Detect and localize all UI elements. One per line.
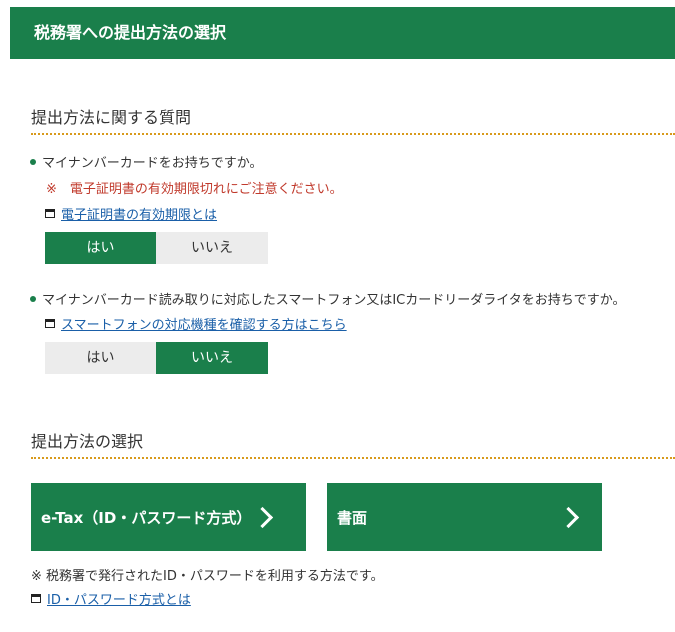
q2-yes-button[interactable]: はい [45, 342, 156, 374]
question-2-text: マイナンバーカード読み取りに対応したスマートフォン又はICカードリーダライタをお… [42, 293, 626, 308]
certificate-expiry-link[interactable]: 電子証明書の有効期限とは [61, 204, 217, 223]
smartphone-compat-link[interactable]: スマートフォンの対応機種を確認する方はこちら [61, 314, 347, 333]
new-window-icon [31, 594, 41, 603]
section-divider [31, 457, 675, 459]
etax-note: ※ 税務署で発行されたID・パスワードを利用する方法です。 [31, 569, 384, 584]
section-divider [31, 133, 675, 135]
page-header: 税務署への提出方法の選択 [10, 7, 675, 59]
question-1-text: マイナンバーカードをお持ちですか。 [42, 156, 263, 171]
question-1-toggle: はい いいえ [45, 232, 268, 264]
chevron-right-icon [557, 506, 580, 528]
new-window-icon [45, 209, 55, 218]
expiry-warning: ※ 電子証明書の有効期限切れにご注意ください。 [46, 182, 343, 197]
paper-button-label: 書面 [337, 508, 368, 527]
etax-button[interactable]: e-Tax（ID・パスワード方式） [31, 483, 306, 551]
smartphone-link-row: スマートフォンの対応機種を確認する方はこちら [45, 314, 347, 333]
q2-no-button[interactable]: いいえ [156, 342, 268, 374]
question-2: マイナンバーカード読み取りに対応したスマートフォン又はICカードリーダライタをお… [30, 289, 625, 308]
id-password-link-row: ID・パスワード方式とは [31, 589, 191, 608]
q1-yes-button[interactable]: はい [45, 232, 156, 264]
new-window-icon [45, 319, 55, 328]
question-1: マイナンバーカードをお持ちですか。 [30, 152, 262, 171]
chevron-right-icon [252, 506, 274, 528]
bullet-icon [30, 295, 36, 302]
page-title: 税務署への提出方法の選択 [34, 23, 227, 42]
id-password-method-link[interactable]: ID・パスワード方式とは [47, 589, 191, 608]
etax-button-label: e-Tax（ID・パスワード方式） [41, 508, 252, 527]
questions-section-title: 提出方法に関する質問 [31, 108, 192, 127]
paper-button[interactable]: 書面 [327, 483, 602, 551]
q1-no-button[interactable]: いいえ [156, 232, 268, 264]
bullet-icon [30, 158, 36, 165]
question-2-toggle: はい いいえ [45, 342, 268, 374]
certificate-expiry-link-row: 電子証明書の有効期限とは [45, 204, 217, 223]
method-section-title: 提出方法の選択 [31, 432, 144, 451]
